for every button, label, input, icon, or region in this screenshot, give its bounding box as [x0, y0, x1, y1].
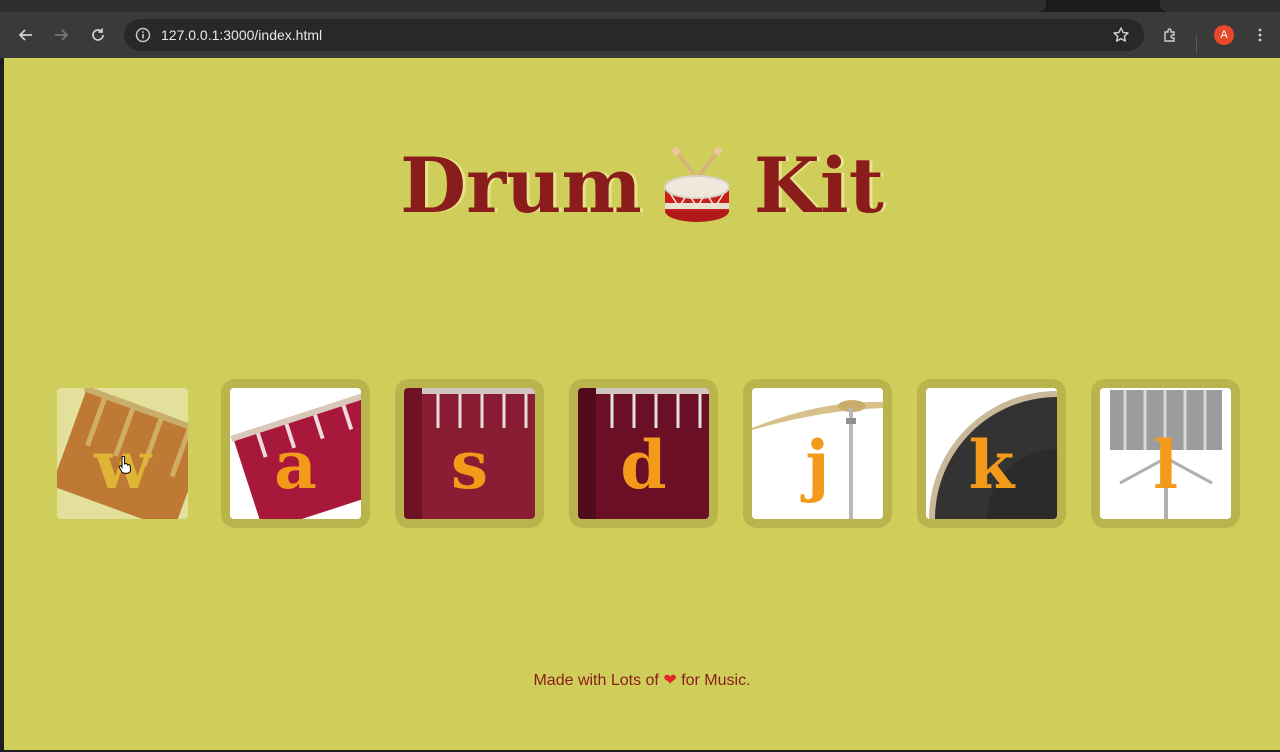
- tab-strip-edge: [1160, 0, 1280, 12]
- site-info-icon[interactable]: [134, 26, 152, 44]
- address-bar[interactable]: 127.0.0.1:3000/index.html: [124, 19, 1144, 51]
- drum-face: k: [926, 388, 1057, 519]
- arrow-right-icon: [55, 29, 69, 41]
- kebab-menu-icon: [1258, 28, 1262, 42]
- heart-icon: ❤: [663, 672, 677, 689]
- tab-strip: [0, 0, 1280, 12]
- toolbar-divider: [1196, 36, 1197, 54]
- back-button[interactable]: [13, 22, 39, 48]
- drum-key-label: a: [274, 426, 317, 504]
- drum-key-label: j: [805, 426, 830, 504]
- drum-button-l[interactable]: l: [1091, 379, 1240, 528]
- browser-toolbar: 127.0.0.1:3000/index.html A: [0, 12, 1280, 58]
- drum-emoji-icon: [663, 147, 730, 222]
- drum-button-d[interactable]: d: [569, 379, 718, 528]
- bookmark-star-icon[interactable]: [1112, 26, 1130, 44]
- drum-face: s: [404, 388, 535, 519]
- reload-icon: [92, 28, 104, 41]
- footer-credit: Made with Lots of ❤ for Music.: [4, 670, 1280, 690]
- drum-key-label: l: [1152, 426, 1179, 504]
- forward-button[interactable]: [48, 22, 74, 48]
- active-tab[interactable]: [0, 0, 1046, 12]
- title-word-drum: Drum: [400, 140, 642, 230]
- menu-button[interactable]: [1247, 22, 1273, 48]
- drum-button-a[interactable]: a: [221, 379, 370, 528]
- drum-button-k[interactable]: k: [917, 379, 1066, 528]
- profile-avatar[interactable]: A: [1214, 25, 1234, 45]
- drum-face: w: [57, 388, 188, 519]
- page-title: Drum Kit: [4, 134, 1280, 230]
- extensions-button[interactable]: [1157, 22, 1183, 48]
- arrow-left-icon: [18, 29, 32, 41]
- drum-key-label: k: [968, 426, 1015, 504]
- puzzle-icon: [1164, 28, 1175, 42]
- title-word-kit: Kit: [753, 140, 884, 230]
- drum-face: a: [230, 388, 361, 519]
- footer-text-start: Made with Lots of: [533, 672, 659, 689]
- hand-pointer-icon: [118, 456, 132, 474]
- page-viewport: Drum Kit w: [4, 58, 1280, 750]
- drum-face: d: [578, 388, 709, 519]
- drum-key-label: d: [620, 426, 667, 504]
- drum-button-j[interactable]: j: [743, 379, 892, 528]
- footer-text-end: for Music.: [681, 672, 751, 689]
- drum-face: l: [1100, 388, 1231, 519]
- reload-button[interactable]: [85, 22, 111, 48]
- drum-key-label: s: [450, 426, 489, 504]
- drum-button-w[interactable]: w: [48, 379, 197, 528]
- url-text[interactable]: 127.0.0.1:3000/index.html: [161, 27, 322, 43]
- drum-button-s[interactable]: s: [395, 379, 544, 528]
- drum-face: j: [752, 388, 883, 519]
